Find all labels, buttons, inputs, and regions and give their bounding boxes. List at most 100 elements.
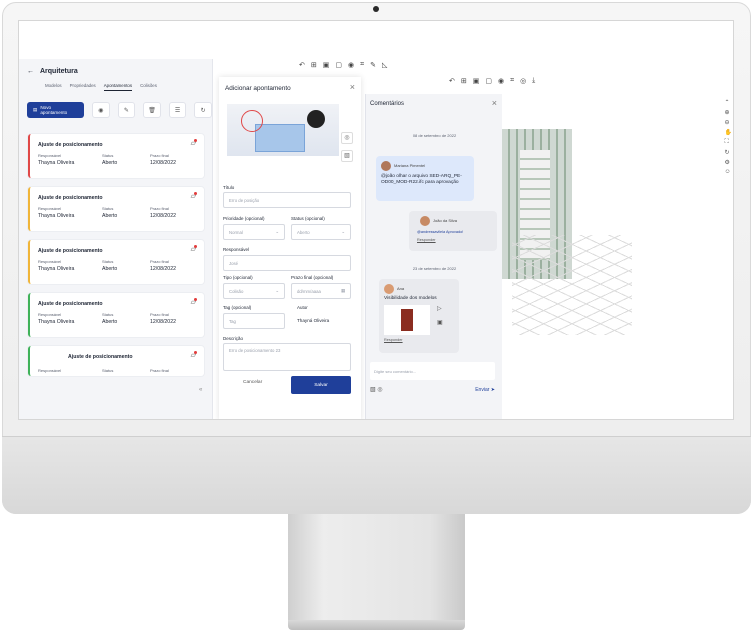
camera-icon[interactable]: ◎: [377, 387, 382, 393]
undo-icon[interactable]: ↶: [449, 77, 455, 85]
refresh-button[interactable]: ↻: [194, 102, 212, 118]
avatar: [384, 284, 394, 294]
issue-card[interactable]: Ajuste de posicionamento ▱ Responsável S…: [28, 293, 204, 337]
close-icon[interactable]: ×: [350, 82, 355, 92]
fit-icon[interactable]: ⛶: [725, 139, 732, 146]
model-viewer[interactable]: ⌃ ⊕ ⊖ ✋ ⛶ ↻ ⚙ ☺: [502, 95, 733, 419]
status-select-label: Status (opcional): [291, 216, 325, 221]
rotate-icon[interactable]: ↻: [725, 149, 732, 156]
calendar-icon: ▦: [340, 288, 345, 293]
crop-icon[interactable]: ⌗: [510, 77, 514, 85]
filter-button[interactable]: ☰: [168, 102, 187, 118]
main-toolbar: ↶ ⊞ ▣ ▢ ◉ ⌗ ✎ ◺: [299, 61, 387, 69]
model-thumbnail[interactable]: [384, 305, 430, 335]
comment-alert-icon[interactable]: ▱: [191, 245, 198, 253]
download-icon[interactable]: ⤓: [532, 77, 535, 85]
avatar: [381, 161, 391, 171]
tab-colisoes[interactable]: Colisões: [140, 83, 157, 91]
prazo-value: 12/08/2022: [150, 319, 176, 325]
comment-alert-icon[interactable]: ▱: [191, 351, 198, 359]
chevron-down-icon: ⌄: [341, 229, 345, 234]
reply-link[interactable]: Responder: [384, 338, 454, 342]
descricao-label: Descrição: [223, 336, 244, 341]
ruler-icon[interactable]: ◺: [382, 61, 387, 69]
comment-bubble: João da Silva @andressavilela Aprovado! …: [409, 211, 497, 251]
prazo-label: Prazo final: [150, 206, 169, 211]
issue-card[interactable]: Ajuste de posicionamento ▱ Responsável S…: [28, 240, 204, 284]
crop-icon[interactable]: ⌗: [360, 61, 364, 69]
comment-alert-icon[interactable]: ▱: [191, 139, 198, 147]
reply-link[interactable]: Responder: [417, 238, 492, 242]
save-view-icon[interactable]: ⊞: [461, 77, 467, 85]
delete-button[interactable]: 🗑: [143, 102, 161, 118]
issue-card[interactable]: Ajuste de posicionamento ▱ Responsável S…: [28, 134, 204, 178]
new-issue-button[interactable]: ▤ Novo apontamento: [27, 102, 85, 118]
box-icon[interactable]: ▢: [335, 61, 342, 69]
issue-card[interactable]: Ajuste de posicionamento ▱ Responsável S…: [28, 346, 204, 376]
status-select[interactable]: Aberto ⌄: [291, 224, 351, 240]
measure-icon[interactable]: ✎: [370, 61, 376, 69]
zoom-in-icon[interactable]: ⊕: [725, 109, 732, 116]
undo-icon[interactable]: ↶: [299, 61, 305, 69]
hand-icon[interactable]: ✋: [725, 129, 732, 136]
issues-panel: ← Arquitetura Modelos Propriedades Apont…: [19, 59, 213, 419]
modal-title: Adicionar apontamento: [225, 85, 291, 92]
comment-author: Ana: [397, 286, 405, 292]
save-button[interactable]: Salvar: [291, 376, 351, 394]
send-icon[interactable]: ➤: [491, 387, 495, 393]
comments-title: Comentários: [370, 101, 405, 107]
collapse-panel-icon[interactable]: «: [199, 387, 202, 393]
prazo-label: Prazo final: [150, 312, 169, 317]
responsavel-input[interactable]: José: [223, 255, 351, 271]
person-icon[interactable]: ☺: [725, 169, 732, 175]
layers-icon[interactable]: ▣: [323, 61, 330, 69]
tipo-select[interactable]: Colisão ⌄: [223, 283, 285, 299]
panel-header: ← Arquitetura: [27, 68, 78, 75]
settings-icon[interactable]: ⚙: [725, 159, 732, 166]
camera-icon[interactable]: ◎: [341, 132, 353, 144]
thumbnail-object: [401, 309, 413, 331]
titulo-label: Título: [223, 185, 235, 190]
prazo-input[interactable]: dd/mm/aaaa ▦: [291, 283, 351, 299]
edit-button[interactable]: ✎: [117, 102, 136, 118]
eye-icon[interactable]: ◉: [348, 61, 354, 69]
comment-author: João da Silva: [433, 218, 458, 224]
zoom-out-icon[interactable]: ⊖: [725, 119, 732, 126]
comment-alert-icon[interactable]: ▱: [191, 192, 198, 200]
image-icon[interactable]: ▧: [341, 150, 353, 162]
comment-input[interactable]: Digite seu comentário...: [370, 362, 495, 380]
layers-icon[interactable]: ▣: [473, 77, 480, 85]
tab-modelos[interactable]: Modelos: [45, 83, 62, 91]
tab-apontamentos[interactable]: Apontamentos: [103, 83, 133, 91]
cancel-button[interactable]: Cancelar: [243, 380, 262, 385]
close-icon[interactable]: ×: [492, 98, 497, 108]
box-icon[interactable]: ▢: [485, 77, 492, 85]
snapshot-marker: [241, 110, 263, 132]
back-arrow-icon[interactable]: ←: [27, 68, 34, 75]
eye-icon[interactable]: ◉: [498, 77, 504, 85]
floor-grid: [512, 235, 632, 335]
image-icon[interactable]: ▧: [370, 387, 376, 393]
camera-icon[interactable]: ◎: [520, 77, 526, 85]
status-label: Status: [102, 153, 114, 158]
tab-propriedades[interactable]: Propriedades: [70, 83, 96, 91]
avatar: [420, 216, 430, 226]
comment-alert-icon[interactable]: ▱: [191, 298, 198, 306]
model-icon[interactable]: ▣: [437, 319, 443, 326]
send-button[interactable]: Enviar: [475, 387, 489, 393]
prazo-label: Prazo final: [150, 368, 169, 373]
save-view-icon[interactable]: ⊞: [311, 61, 317, 69]
titulo-input[interactable]: Erro de posição: [223, 192, 351, 208]
issue-card[interactable]: Ajuste de posicionamento ▱ Responsável S…: [28, 187, 204, 231]
play-icon[interactable]: ▷: [437, 305, 442, 312]
view-button[interactable]: ◉: [92, 102, 110, 118]
responsavel-label: Responsável: [38, 312, 62, 317]
autor-label: Autor: [297, 305, 308, 310]
chevron-up-icon[interactable]: ⌃: [725, 99, 732, 106]
comment-text: Visibilidade dos modelos: [384, 296, 437, 301]
tag-input[interactable]: Tag: [223, 313, 285, 329]
comments-panel: Comentários × 08 de setembro de 2022 Mar…: [365, 94, 502, 419]
prioridade-select[interactable]: Normal ⌄: [223, 224, 285, 240]
tag-label: Tag (opcional): [223, 305, 252, 310]
descricao-textarea[interactable]: Erro de posicionamento 23: [223, 343, 351, 371]
